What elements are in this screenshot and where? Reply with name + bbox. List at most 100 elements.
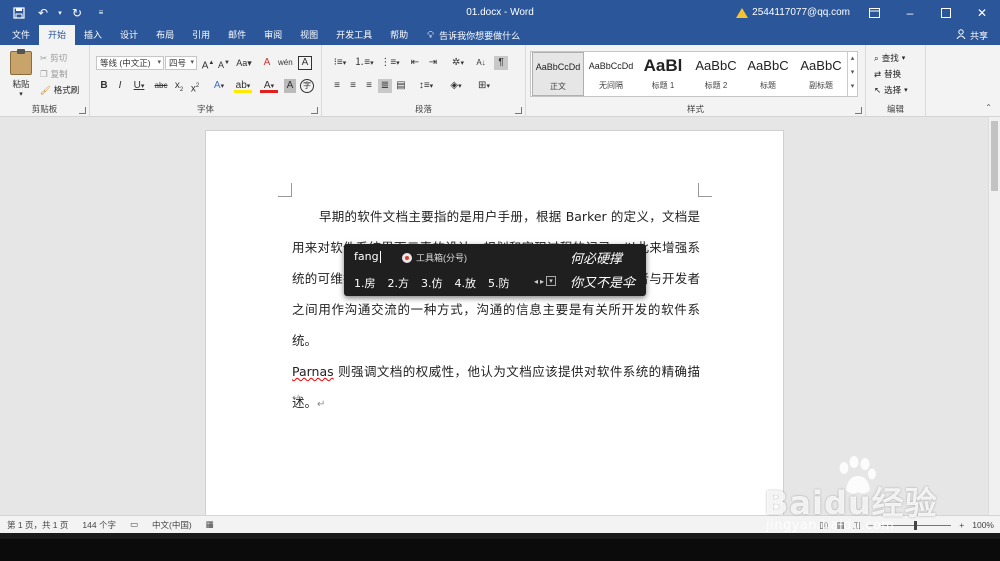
replace-button[interactable]: ⇄ 替换	[874, 68, 901, 80]
align-right-icon[interactable]: ≡	[362, 79, 376, 93]
shading-icon[interactable]: ◈▾	[446, 79, 466, 93]
page-count[interactable]: 第 1 页，共 1 页	[0, 519, 75, 531]
text-effects-icon[interactable]: A▾	[210, 79, 228, 93]
sort-icon[interactable]: A↓	[474, 56, 488, 70]
copy-button[interactable]: ❐ 复制	[40, 68, 68, 80]
styles-scroll[interactable]: ▴ ▾ ▾	[847, 52, 857, 96]
style-no-spacing[interactable]: AaBbCcDd 无间隔	[585, 52, 637, 96]
bullets-icon[interactable]: ⁝≡▾	[330, 56, 350, 70]
chinese-layout-icon[interactable]: ✲▾	[448, 56, 468, 70]
find-button[interactable]: ⌕ 查找 ▾	[874, 52, 905, 64]
collapse-ribbon-icon[interactable]: ⌃	[985, 103, 992, 112]
select-button[interactable]: ↖ 选择 ▾	[874, 84, 908, 96]
tab-mailings[interactable]: 邮件	[219, 25, 255, 45]
font-color-icon[interactable]: A▾	[260, 79, 278, 93]
proofing-icon[interactable]: ▭	[123, 519, 145, 530]
word-count[interactable]: 144 个字	[75, 519, 123, 531]
borders-icon[interactable]: ⊞▾	[474, 79, 494, 93]
format-painter-button[interactable]: 🖌︎ 格式刷	[40, 84, 79, 96]
web-layout-icon[interactable]: ◫	[853, 520, 861, 531]
chevron-down-icon[interactable]: ▾	[848, 66, 857, 80]
numbering-icon[interactable]: ⒈≡▾	[354, 56, 374, 70]
chevron-right-icon[interactable]: ▸	[540, 277, 544, 286]
redo-icon[interactable]: ↻	[66, 2, 88, 24]
character-border-icon[interactable]: A	[298, 56, 312, 70]
shrink-font-icon[interactable]: A▼	[217, 56, 231, 70]
ime-candidate[interactable]: 5.防	[488, 275, 510, 291]
decrease-indent-icon[interactable]: ⇤	[408, 56, 422, 70]
align-left-icon[interactable]: ≡	[330, 79, 344, 93]
tab-design[interactable]: 设计	[111, 25, 147, 45]
style-subtitle[interactable]: AaBbC 副标题	[795, 52, 847, 96]
zoom-slider-thumb[interactable]	[914, 520, 918, 530]
paste-button[interactable]: 粘贴 ▾	[6, 49, 36, 101]
tab-view[interactable]: 视图	[291, 25, 327, 45]
tell-me-box[interactable]: 💡︎ 告诉我你想要做什么	[417, 25, 520, 45]
show-marks-icon[interactable]: ¶	[494, 56, 508, 70]
read-mode-icon[interactable]: ▯▯	[819, 520, 828, 531]
line-spacing-icon[interactable]: ↕≡▾	[416, 79, 436, 93]
close-icon[interactable]: ✕	[964, 0, 1000, 25]
print-layout-icon[interactable]: ▤	[836, 520, 844, 531]
tab-insert[interactable]: 插入	[75, 25, 111, 45]
tab-references[interactable]: 引用	[183, 25, 219, 45]
style-normal[interactable]: AaBbCcDd 正文	[532, 52, 584, 96]
language-indicator[interactable]: 中文(中国)	[145, 519, 199, 531]
increase-indent-icon[interactable]: ⇥	[426, 56, 440, 70]
character-shading-icon[interactable]: A	[284, 79, 296, 93]
ribbon-display-options-icon[interactable]	[856, 0, 892, 25]
share-button[interactable]: 共享	[956, 25, 988, 45]
maximize-icon[interactable]	[928, 0, 964, 25]
paragraph-2[interactable]: Parnas 则强调文档的权威性，他认为文档应该提供对软件系统的精确描述。↵	[292, 356, 700, 420]
ime-candidate[interactable]: 3.仿	[421, 275, 443, 291]
tab-file[interactable]: 文件	[0, 25, 39, 45]
ime-toolbox-button[interactable]: 工具箱(分号)	[402, 251, 467, 264]
styles-launcher-icon[interactable]	[855, 107, 862, 114]
distributed-icon[interactable]: ▤	[394, 79, 408, 93]
tab-help[interactable]: 帮助	[381, 25, 417, 45]
ime-candidate[interactable]: 4.放	[455, 275, 477, 291]
zoom-level[interactable]: 100%	[972, 520, 994, 530]
macro-record-icon[interactable]: ▦	[199, 519, 221, 530]
phonetic-guide-icon[interactable]: wén	[278, 56, 293, 70]
account-area[interactable]: 2544117077@qq.com	[736, 0, 850, 25]
change-case-icon[interactable]: Aa▾	[235, 56, 253, 70]
italic-icon[interactable]: I	[114, 79, 126, 93]
enclose-characters-icon[interactable]: 字	[300, 79, 314, 93]
align-center-icon[interactable]: ≡	[346, 79, 360, 93]
scrollbar-thumb[interactable]	[991, 121, 998, 191]
document-page[interactable]: 早期的软件文档主要指的是用户手册，根据 Barker 的定义，文档是用来对软件系…	[205, 130, 784, 530]
underline-icon[interactable]: U▾	[130, 79, 148, 93]
zoom-slider[interactable]	[881, 520, 952, 530]
tab-home[interactable]: 开始	[39, 25, 76, 45]
customize-qat-icon[interactable]: ≡	[90, 2, 112, 24]
clipboard-launcher-icon[interactable]	[79, 107, 86, 114]
font-name-select[interactable]: 等线 (中文正) ▾	[96, 56, 164, 70]
paragraph-launcher-icon[interactable]	[515, 107, 522, 114]
vertical-scrollbar[interactable]	[988, 117, 1000, 515]
chevron-left-icon[interactable]: ◂	[534, 277, 538, 286]
subscript-icon[interactable]: x2	[173, 79, 185, 93]
superscript-icon[interactable]: x2	[189, 79, 201, 94]
undo-icon[interactable]: ↶	[32, 2, 54, 24]
chevron-up-icon[interactable]: ▴	[848, 52, 857, 66]
style-title[interactable]: AaBbC 标题	[742, 52, 794, 96]
font-size-select[interactable]: 四号 ▾	[165, 56, 197, 70]
expand-candidates-icon[interactable]: ▾	[546, 276, 557, 286]
tab-review[interactable]: 审阅	[255, 25, 291, 45]
grow-font-icon[interactable]: A▲	[201, 56, 215, 71]
ime-candidate[interactable]: 2.方	[388, 275, 410, 291]
strikethrough-icon[interactable]: abc	[153, 79, 169, 93]
ime-candidate[interactable]: 1.房	[354, 275, 376, 291]
clear-format-icon[interactable]: A	[260, 56, 274, 70]
more-styles-icon[interactable]: ▾	[848, 80, 857, 94]
highlight-icon[interactable]: ab▾	[234, 79, 252, 93]
multilevel-list-icon[interactable]: ⋮≡▾	[380, 56, 400, 70]
document-body[interactable]: 早期的软件文档主要指的是用户手册，根据 Barker 的定义，文档是用来对软件系…	[292, 201, 700, 420]
tab-developer[interactable]: 开发工具	[327, 25, 381, 45]
tab-layout[interactable]: 布局	[147, 25, 183, 45]
cut-button[interactable]: ✂ 剪切	[40, 52, 67, 64]
minimize-icon[interactable]: –	[892, 0, 928, 25]
style-heading-1[interactable]: AaBl 标题 1	[637, 52, 689, 96]
font-launcher-icon[interactable]	[311, 107, 318, 114]
